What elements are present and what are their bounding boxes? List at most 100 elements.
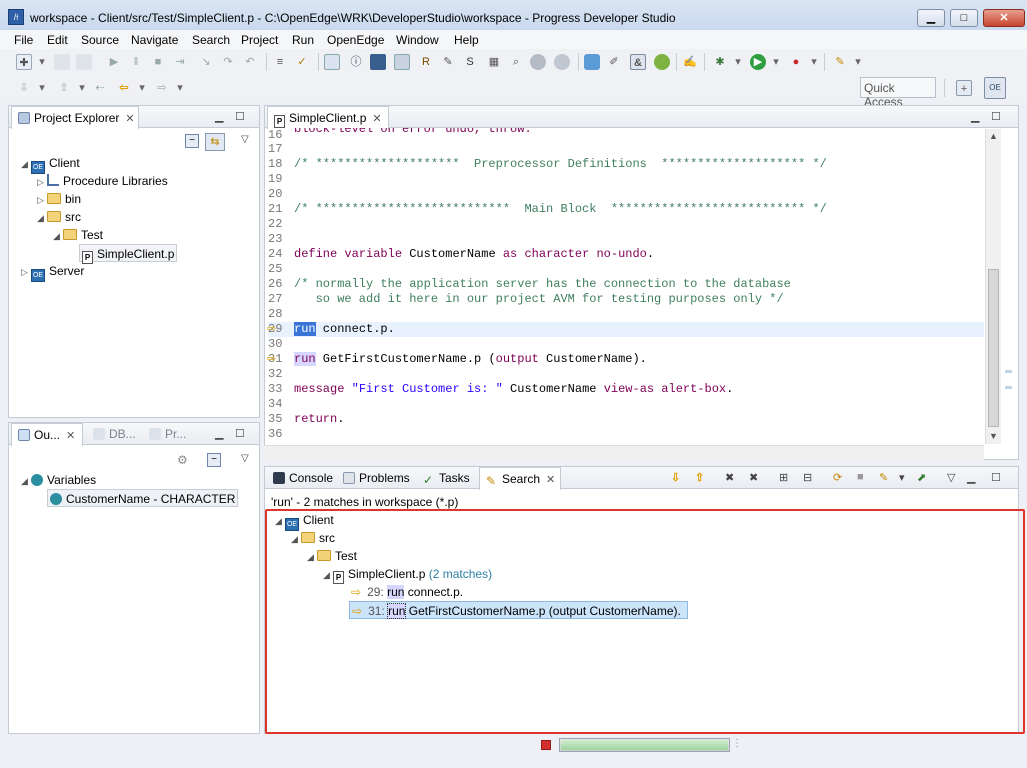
sort-icon[interactable]: ⚙ xyxy=(177,453,188,467)
menu-navigate[interactable]: Navigate xyxy=(131,33,178,47)
pin-icon[interactable]: ✎ xyxy=(832,54,848,70)
expanded-arrow-icon[interactable]: ◢ xyxy=(53,227,63,245)
grid-icon[interactable] xyxy=(394,54,410,70)
tree-item-client[interactable]: ◢ OE Client xyxy=(21,154,80,174)
step-into-icon[interactable]: ↘ xyxy=(198,54,214,70)
appbuilder-icon[interactable] xyxy=(324,54,340,70)
dropdown-arrow-icon[interactable]: ▾ xyxy=(74,80,90,96)
menu-help[interactable]: Help xyxy=(454,33,479,47)
search-tool-icon[interactable]: ⌕ xyxy=(508,54,524,70)
minimize-button[interactable]: ▁ xyxy=(917,9,945,27)
run-debug-icon[interactable]: ▶ xyxy=(106,54,122,70)
tree-item-src[interactable]: ◢ src xyxy=(37,208,81,226)
dropdown-arrow-icon[interactable]: ▾ xyxy=(730,54,746,70)
quick-access-field[interactable]: Quick Access xyxy=(860,77,936,109)
collapsed-arrow-icon[interactable]: ▷ xyxy=(37,191,47,209)
info-icon[interactable]: ⓘ xyxy=(348,54,364,70)
external-tools-icon[interactable]: ● xyxy=(788,54,804,70)
menu-source[interactable]: Source xyxy=(81,33,119,47)
menu-openedge[interactable]: OpenEdge xyxy=(327,33,384,47)
overview-ruler-mark[interactable] xyxy=(1005,370,1012,373)
tab-problems[interactable]: Problems xyxy=(337,467,416,489)
format-icon[interactable]: ≡ xyxy=(272,54,288,70)
run-search-again-icon[interactable]: ⟳ xyxy=(833,471,842,484)
expand-all-icon[interactable]: ⊞ xyxy=(779,471,788,484)
db-connect-icon[interactable] xyxy=(530,54,546,70)
dropdown-arrow-icon[interactable]: ▾ xyxy=(34,80,50,96)
edit-file-icon[interactable]: ✍ xyxy=(682,54,698,70)
tab-outline[interactable]: Ou... ✕ xyxy=(11,423,83,446)
menu-project[interactable]: Project xyxy=(241,33,278,47)
dropdown-arrow-icon[interactable]: ▾ xyxy=(806,54,822,70)
dropdown-arrow-icon[interactable]: ▾ xyxy=(134,80,150,96)
close-button[interactable]: ✕ xyxy=(983,9,1025,27)
maximize-button[interactable]: □ xyxy=(950,9,978,27)
tree-item-test[interactable]: ◢ Test xyxy=(53,226,103,244)
search-result-marker-icon[interactable]: ⇨ xyxy=(267,322,276,335)
horizontal-scrollbar[interactable] xyxy=(264,445,984,460)
check-syntax-icon[interactable]: ✓ xyxy=(294,54,310,70)
annotation-next-icon[interactable]: ⇩ xyxy=(16,80,32,96)
step-over-icon[interactable]: ↷ xyxy=(220,54,236,70)
close-tab-icon[interactable]: ✕ xyxy=(66,430,75,442)
expanded-arrow-icon[interactable]: ◢ xyxy=(21,472,31,490)
last-edit-icon[interactable]: ⇠ xyxy=(92,80,108,96)
window-icon[interactable] xyxy=(370,54,386,70)
expanded-arrow-icon[interactable]: ◢ xyxy=(21,155,31,173)
menu-window[interactable]: Window xyxy=(396,33,439,47)
tree-item-server[interactable]: ▷ OE Server xyxy=(21,262,84,282)
dropdown-arrow-icon[interactable]: ▾ xyxy=(172,80,188,96)
link-with-editor-icon[interactable]: ⇆ xyxy=(205,133,225,151)
menu-search[interactable]: Search xyxy=(192,33,230,47)
collapse-all-icon[interactable]: − xyxy=(207,453,221,467)
new-icon[interactable]: ✚ xyxy=(16,54,32,70)
tab-project-explorer[interactable]: Project Explorer ✕ xyxy=(11,106,139,129)
view-menu-icon[interactable]: ▽ xyxy=(947,471,955,484)
collapse-all-icon[interactable]: ⊟ xyxy=(803,471,812,484)
db-admin-icon[interactable] xyxy=(554,54,570,70)
search-history-icon[interactable]: ✎ xyxy=(879,471,888,484)
collapse-all-icon[interactable]: − xyxy=(185,134,199,148)
scroll-down-icon[interactable]: ▼ xyxy=(989,431,998,441)
previous-match-icon[interactable]: ⇧ xyxy=(695,471,704,484)
report-icon[interactable]: R xyxy=(418,54,434,70)
tree-item-bin[interactable]: ▷ bin xyxy=(37,190,81,208)
view-menu-icon[interactable]: ▽ xyxy=(241,134,249,145)
cancel-search-icon[interactable]: ■ xyxy=(857,471,864,483)
forward-icon[interactable]: ⇨ xyxy=(154,80,170,96)
dropdown-arrow-icon[interactable]: ▾ xyxy=(899,471,905,484)
tree-item-simpleclient[interactable]: P SimpleClient.p xyxy=(79,244,178,264)
database-icon[interactable] xyxy=(584,54,600,70)
overview-ruler-mark[interactable] xyxy=(1005,386,1012,389)
tab-search[interactable]: ✎ Search ✕ xyxy=(479,467,561,490)
tab-properties[interactable]: Pr... xyxy=(143,423,192,445)
dropdown-arrow-icon[interactable]: ▾ xyxy=(768,54,784,70)
dropdown-arrow-icon[interactable]: ▾ xyxy=(850,54,866,70)
remove-match-icon[interactable]: ✖ xyxy=(725,471,734,484)
tab-simpleclient[interactable]: P SimpleClient.p ✕ xyxy=(267,106,389,129)
close-tab-icon[interactable]: ✕ xyxy=(372,113,381,125)
save-icon[interactable] xyxy=(54,54,70,70)
openedge-perspective-button[interactable]: OE xyxy=(984,77,1006,99)
pen-icon[interactable]: ✐ xyxy=(606,54,622,70)
next-match-icon[interactable]: ⇩ xyxy=(671,471,680,484)
stop-progress-icon[interactable] xyxy=(541,740,551,750)
terminate-icon[interactable]: ■ xyxy=(150,54,166,70)
maximize-view-icon[interactable]: ☐ xyxy=(991,471,1001,484)
minimize-view-icon[interactable]: ▁ xyxy=(967,471,975,484)
scroll-up-icon[interactable]: ▲ xyxy=(989,131,998,141)
minimize-view-icon[interactable]: ▁ xyxy=(215,110,223,123)
open-perspective-icon[interactable]: + xyxy=(956,80,972,96)
collapsed-arrow-icon[interactable]: ▷ xyxy=(21,263,31,281)
tree-item-variables[interactable]: ◢ Variables xyxy=(21,471,96,489)
run-icon[interactable]: ▶ xyxy=(750,54,766,70)
minimize-view-icon[interactable]: ▁ xyxy=(971,110,979,123)
tab-db-structure[interactable]: DB... xyxy=(87,423,142,445)
data-dictionary-icon[interactable]: ▦ xyxy=(486,54,502,70)
close-tab-icon[interactable]: ✕ xyxy=(546,474,555,486)
view-menu-icon[interactable]: ▽ xyxy=(241,453,249,464)
suspend-icon[interactable]: ‖ xyxy=(128,54,144,70)
menu-edit[interactable]: Edit xyxy=(47,33,68,47)
close-tab-icon[interactable]: ✕ xyxy=(125,113,134,125)
dropdown-arrow-icon[interactable]: ▾ xyxy=(34,54,50,70)
